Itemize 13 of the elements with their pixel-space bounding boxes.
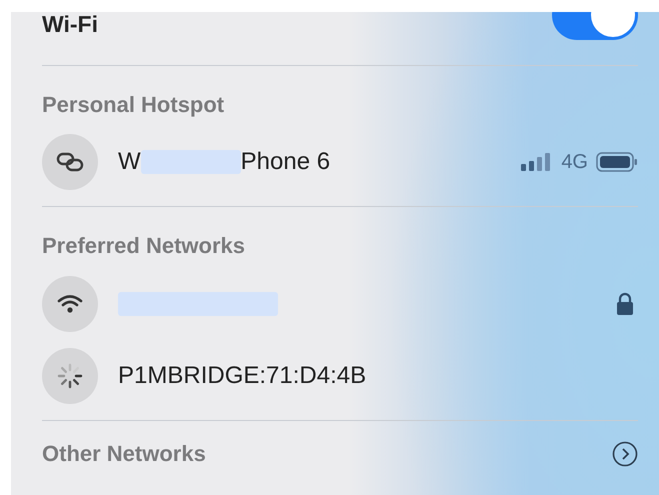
wifi-icon bbox=[57, 294, 83, 314]
battery-icon bbox=[596, 152, 638, 172]
network-name[interactable]: Phone 6 bbox=[240, 144, 330, 180]
network-name[interactable]: P1MBRIDGE:71:D4:4B bbox=[118, 358, 366, 394]
chevron-circle-icon[interactable] bbox=[612, 440, 638, 467]
spinner-icon bbox=[57, 362, 83, 389]
section-heading: Preferred Networks bbox=[42, 232, 246, 260]
section-heading: Other Networks bbox=[42, 440, 206, 468]
network-name[interactable]: W bbox=[118, 144, 141, 180]
window-title: Wi-Fi bbox=[42, 12, 98, 38]
section-heading: Personal Hotspot bbox=[42, 91, 226, 118]
link-icon bbox=[56, 152, 84, 172]
network-type: 4G bbox=[561, 150, 588, 176]
